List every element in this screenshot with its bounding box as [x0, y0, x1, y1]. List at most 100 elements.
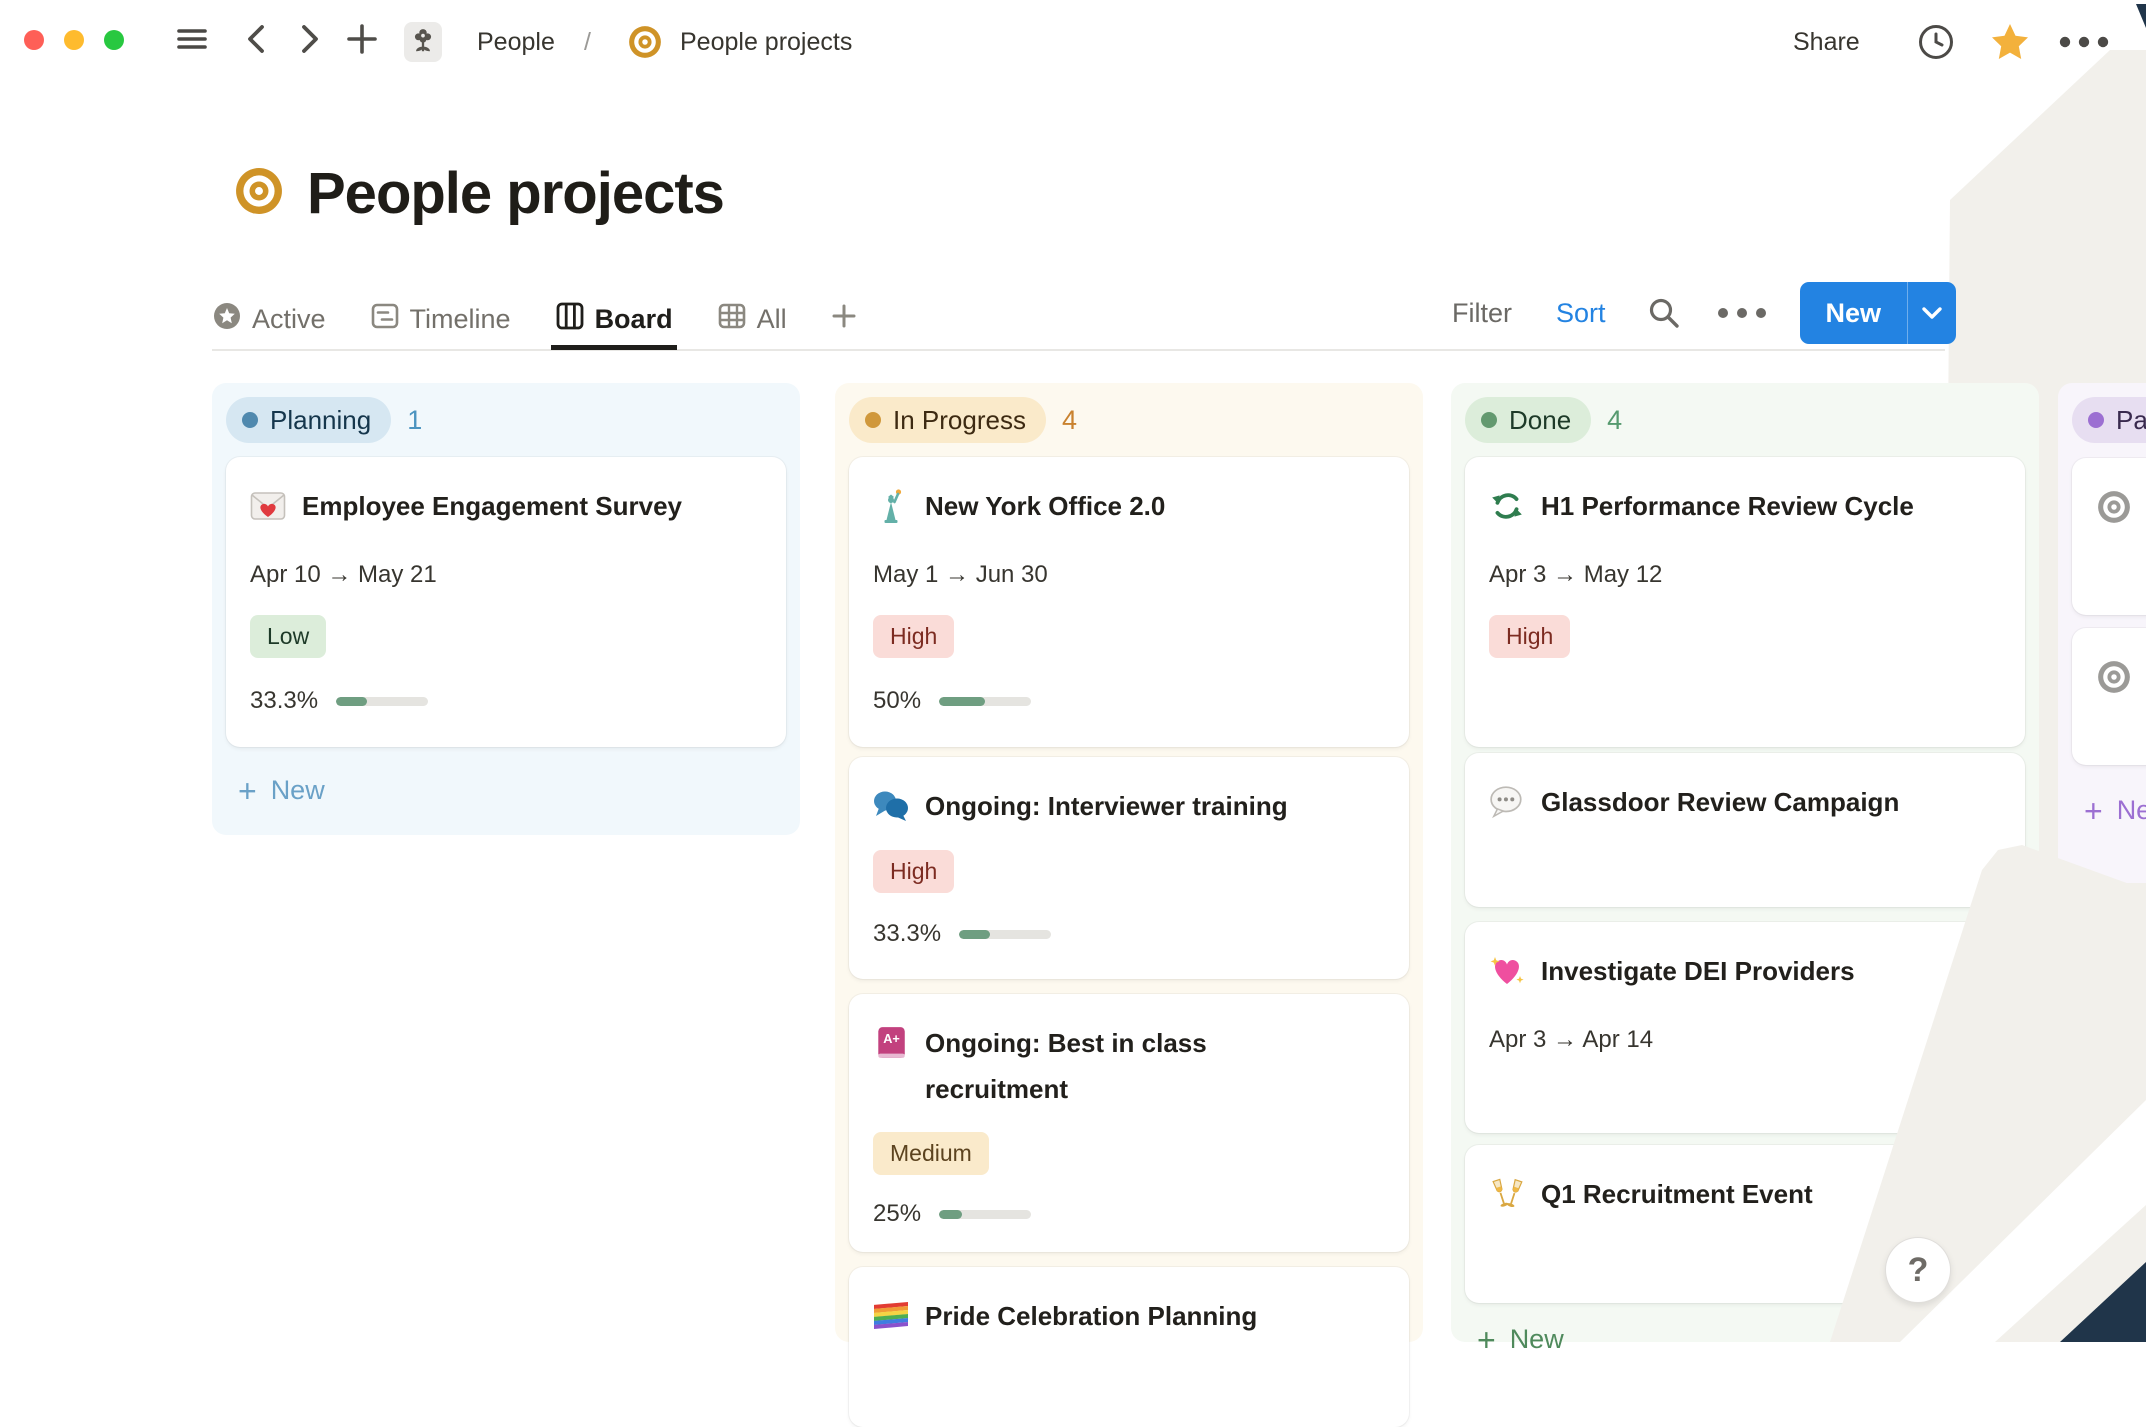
card[interactable]: Ongoing: Interviewer training High 33.3%: [849, 757, 1409, 979]
progress-row: 33.3%: [250, 685, 429, 717]
card-date-range: Apr 10 → May 21: [250, 561, 437, 588]
column-header: Planning 1: [226, 397, 422, 443]
card-date-range: May 1 → Jun 30: [873, 561, 1048, 588]
help-button[interactable]: ?: [1886, 1238, 1950, 1302]
more-options-icon[interactable]: [2058, 36, 2110, 48]
new-button[interactable]: New: [1799, 282, 1957, 344]
column-paused: Paused + New: [2058, 383, 2146, 883]
progress-row: 50%: [873, 685, 1032, 717]
card-date-range: Apr 3 → May 12: [1489, 561, 1663, 588]
add-card-button[interactable]: + New: [238, 775, 325, 807]
card-title: Pride Celebration Planning: [925, 1301, 1258, 1331]
card[interactable]: [2072, 628, 2146, 765]
column-status-pill[interactable]: In Progress: [849, 397, 1046, 443]
sort-button[interactable]: Sort: [1556, 298, 1606, 329]
add-card-button[interactable]: + New: [1477, 1321, 1564, 1358]
breadcrumb-page[interactable]: People projects: [680, 28, 852, 57]
tab-active[interactable]: Active: [212, 288, 326, 350]
new-tab-icon[interactable]: [346, 22, 378, 56]
timeline-icon: [370, 301, 400, 338]
card-date-range: Apr 3 → Apr 14: [1489, 1026, 1654, 1053]
close-window-button[interactable]: [24, 30, 44, 50]
share-button[interactable]: Share: [1793, 28, 1860, 57]
status-dot-icon: [865, 412, 881, 428]
progress-fill: [939, 1209, 963, 1219]
tab-all[interactable]: All: [717, 288, 787, 350]
card[interactable]: Pride Celebration Planning: [849, 1267, 1409, 1427]
forward-icon[interactable]: [297, 22, 323, 56]
filter-button[interactable]: Filter: [1452, 298, 1512, 329]
clock-icon[interactable]: [1916, 22, 1956, 62]
status-dot-icon: [1481, 412, 1497, 428]
column-status-pill[interactable]: Paused: [2072, 397, 2146, 443]
new-button-label[interactable]: New: [1800, 282, 1908, 344]
card-title-row: [2096, 484, 2132, 525]
progress-bar: [336, 696, 429, 706]
tab-label: Timeline: [409, 303, 511, 334]
card-title-row: Investigate DEI Providers: [1489, 948, 1855, 994]
champagne-glasses-icon: [1489, 1176, 1525, 1212]
chevron-down-icon[interactable]: [1907, 282, 1956, 344]
a-plus-book-icon: A+: [873, 1025, 909, 1061]
target-gray-icon: [2096, 489, 2132, 525]
tab-board[interactable]: Board: [550, 288, 677, 350]
tab-timeline[interactable]: Timeline: [370, 288, 511, 350]
column-status-pill[interactable]: Done: [1465, 397, 1592, 443]
card-title: Ongoing: Interviewer training: [925, 791, 1288, 821]
card-title-row: Q1 Recruitment Event: [1489, 1171, 1813, 1217]
people-team-icon[interactable]: [404, 22, 442, 62]
target-icon: [627, 24, 663, 60]
column-label: Paused: [2116, 404, 2146, 435]
card[interactable]: H1 Performance Review Cycle Apr 3 → May 1…: [1465, 457, 2025, 747]
plus-icon: +: [1477, 1321, 1496, 1358]
view-tabs: Active Timeline Board All: [212, 288, 857, 350]
card-title: Investigate DEI Providers: [1541, 956, 1855, 986]
card[interactable]: A+ Ongoing: Best in class recruitment Medi…: [849, 994, 1409, 1252]
column-count: 4: [1607, 404, 1623, 435]
progress-bar: [939, 1209, 1032, 1219]
card-title: Q1 Recruitment Event: [1541, 1179, 1813, 1209]
card-title-row: Ongoing: Interviewer training: [873, 783, 1288, 829]
card[interactable]: Glassdoor Review Campaign: [1465, 753, 2025, 907]
board-controls: Filter Sort New: [1452, 282, 1957, 344]
column-status-pill[interactable]: Planning: [226, 397, 392, 443]
progress-label: 33.3%: [250, 687, 319, 714]
favorite-star-icon[interactable]: [1988, 20, 2032, 64]
progress-fill: [939, 696, 986, 706]
card[interactable]: [2072, 458, 2146, 615]
column-count: 1: [407, 404, 423, 435]
card[interactable]: Employee Engagement Survey Apr 10 → May 2…: [226, 457, 786, 747]
statue-of-liberty-icon: [873, 488, 909, 524]
add-view-icon[interactable]: [831, 303, 857, 336]
priority-pill: Medium: [873, 1132, 989, 1175]
target-gray-icon: [2096, 659, 2132, 695]
tab-label: Board: [594, 303, 673, 334]
column-in-progress: In Progress 4 New York Office 2.0 May 1 → J…: [835, 383, 1423, 1427]
speech-bubbles-icon: [873, 788, 909, 824]
add-card-button[interactable]: + New: [2084, 795, 2146, 827]
rainbow-flag-icon: [873, 1298, 909, 1334]
view-options-icon[interactable]: [1717, 308, 1766, 318]
column-label: Done: [1509, 404, 1572, 435]
priority-pill: High: [1489, 615, 1571, 658]
column-header: Paused: [2072, 397, 2146, 443]
card-title-row: A+ Ongoing: Best in class recruitment: [873, 1020, 1355, 1112]
column-label: Planning: [270, 404, 372, 435]
search-icon[interactable]: [1646, 295, 1682, 331]
progress-label: 25%: [873, 1200, 922, 1227]
card[interactable]: New York Office 2.0 May 1 → Jun 30 High 50%: [849, 457, 1409, 747]
tab-add-view[interactable]: [831, 288, 857, 350]
add-card-label: New: [1509, 1324, 1564, 1354]
progress-fill: [336, 696, 367, 706]
progress-bar: [939, 696, 1032, 706]
priority-pill: Low: [250, 615, 327, 658]
sidebar-menu-icon[interactable]: [175, 22, 209, 56]
breadcrumb-root[interactable]: People: [477, 28, 555, 57]
card-title: Employee Engagement Survey: [302, 491, 683, 521]
zoom-window-button[interactable]: [104, 30, 124, 50]
priority-pill: High: [873, 615, 955, 658]
page-title[interactable]: People projects: [307, 160, 725, 227]
back-icon[interactable]: [243, 22, 269, 56]
minimize-window-button[interactable]: [64, 30, 84, 50]
column-count: 4: [1061, 404, 1077, 435]
